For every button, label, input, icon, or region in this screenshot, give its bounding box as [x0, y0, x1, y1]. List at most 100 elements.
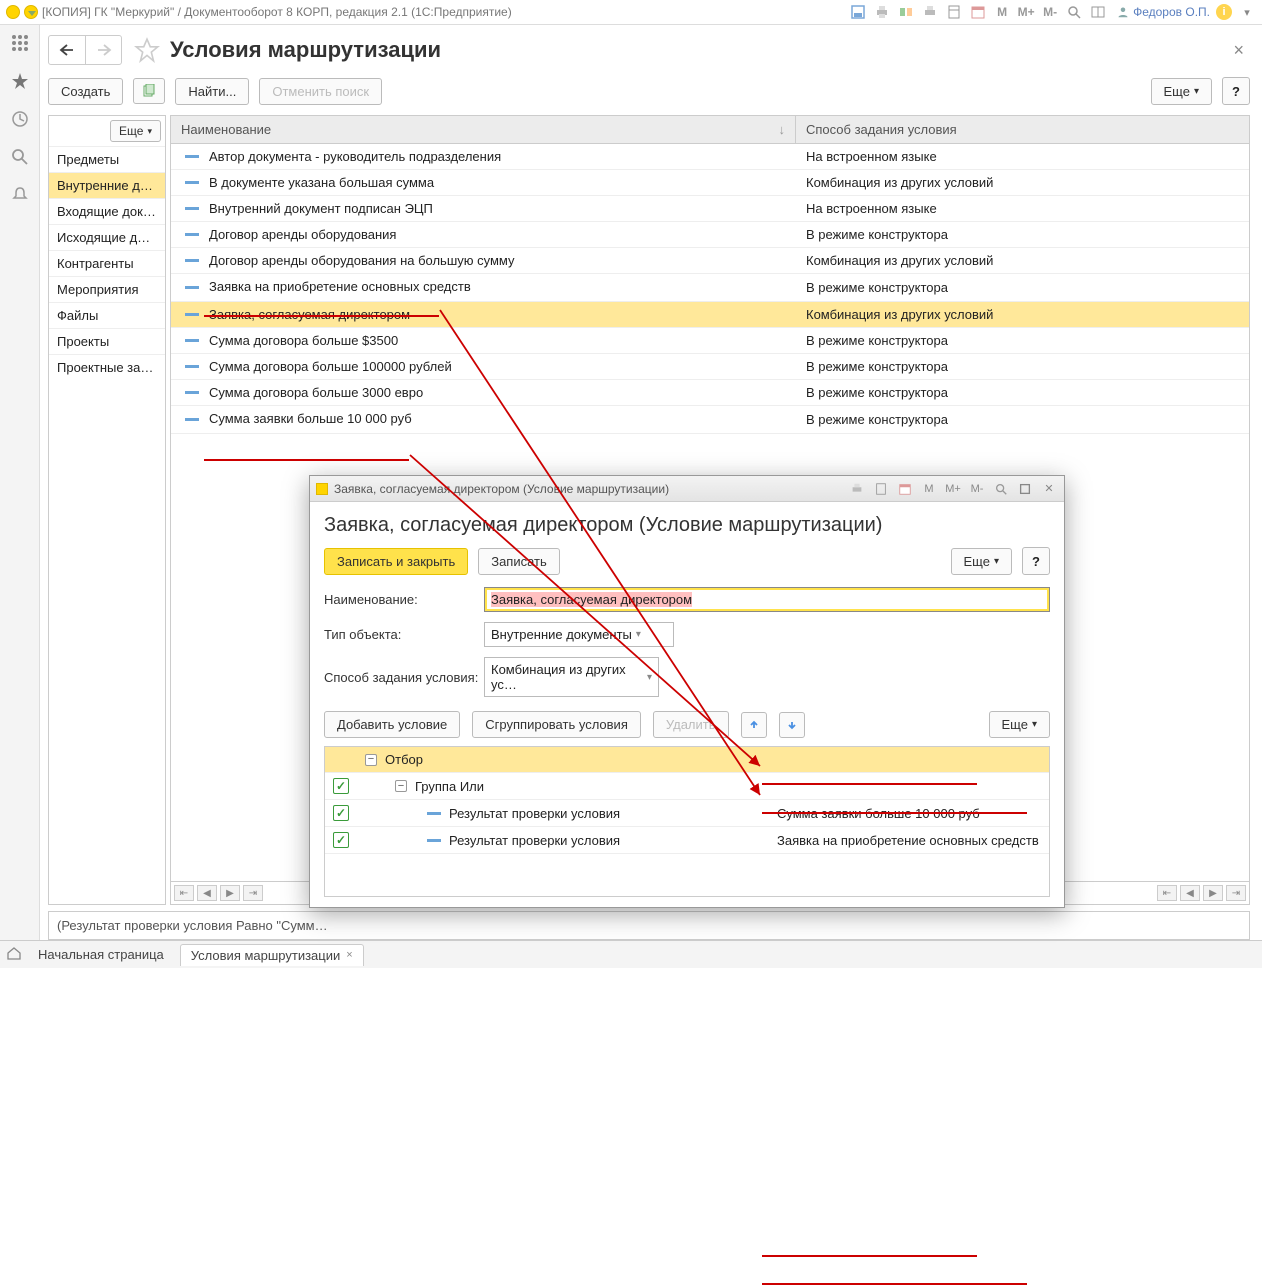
pager-prev-r[interactable]: ◀	[1180, 885, 1200, 901]
apps-icon[interactable]	[10, 33, 30, 53]
tab-close-icon[interactable]: ×	[346, 949, 352, 961]
dialog-header: Заявка, согласуемая директором (Условие …	[324, 514, 1050, 537]
tree-leaf[interactable]: ✓ Результат проверки условия Заявка на п…	[325, 827, 1049, 854]
checkbox-on-icon[interactable]: ✓	[333, 832, 349, 848]
table-row[interactable]: Заявка на приобретение основных средствВ…	[171, 274, 1249, 302]
dlg-more-button[interactable]: Еще ▾	[951, 548, 1012, 575]
save-button[interactable]: Записать	[478, 548, 560, 575]
print-icon[interactable]	[873, 3, 891, 21]
tab-home[interactable]: Начальная страница	[28, 944, 174, 965]
col-header-type[interactable]: Способ задания условия	[796, 116, 1249, 143]
table-row[interactable]: Сумма договора больше 100000 рублейВ реж…	[171, 354, 1249, 380]
sidebar-item[interactable]: Исходящие докум…	[49, 224, 165, 250]
sidebar-item[interactable]: Контрагенты	[49, 250, 165, 276]
delete-condition-button[interactable]: Удалить	[653, 711, 729, 738]
info-icon[interactable]: i	[1216, 4, 1232, 20]
dialog-titlebar[interactable]: Заявка, согласуемая директором (Условие …	[310, 476, 1064, 502]
save-icon[interactable]	[849, 3, 867, 21]
calendar-icon[interactable]	[969, 3, 987, 21]
m-minus-button[interactable]: M-	[1041, 3, 1059, 21]
tab-conditions[interactable]: Условия маршрутизации×	[180, 944, 364, 966]
pager-next-r[interactable]: ▶	[1203, 885, 1223, 901]
checkbox-on-icon[interactable]: ✓	[333, 805, 349, 821]
dlg-m-plus-button[interactable]: M+	[944, 480, 962, 498]
m-plus-button[interactable]: M+	[1017, 3, 1035, 21]
create-button[interactable]: Создать	[48, 78, 123, 105]
nav-back-button[interactable]	[49, 36, 85, 64]
move-up-button[interactable]	[741, 712, 767, 738]
home-icon[interactable]	[6, 945, 22, 964]
find-button[interactable]: Найти...	[175, 78, 249, 105]
col-header-name[interactable]: Наименование↓	[171, 116, 796, 143]
user-label[interactable]: Федоров О.П.	[1117, 5, 1210, 19]
tree-more-button[interactable]: Еще ▾	[989, 711, 1050, 738]
history-icon[interactable]	[10, 109, 30, 129]
help-button[interactable]: ?	[1222, 77, 1250, 105]
dlg-close-icon[interactable]: ✕	[1040, 480, 1058, 498]
print2-icon[interactable]	[921, 3, 939, 21]
category-sidebar: Еще ▾ ПредметыВнутренние докум…Входящие …	[48, 115, 166, 905]
favorite-star-icon[interactable]	[134, 37, 160, 63]
dlg-maximize-icon[interactable]	[1016, 480, 1034, 498]
sidebar-item[interactable]: Внутренние докум…	[49, 172, 165, 198]
table-row[interactable]: Сумма договора больше 3000 евроВ режиме …	[171, 380, 1249, 406]
pager-prev[interactable]: ◀	[197, 885, 217, 901]
table-row[interactable]: Заявка, согласуемая директоромКомбинация…	[171, 302, 1249, 328]
dlg-help-button[interactable]: ?	[1022, 547, 1050, 575]
calc-icon[interactable]	[945, 3, 963, 21]
pager-last-r[interactable]: ⇥	[1226, 885, 1246, 901]
table-row[interactable]: Договор аренды оборудованияВ режиме конс…	[171, 222, 1249, 248]
save-and-close-button[interactable]: Записать и закрыть	[324, 548, 468, 575]
table-row[interactable]: Автор документа - руководитель подраздел…	[171, 144, 1249, 170]
add-condition-button[interactable]: Добавить условие	[324, 711, 460, 738]
type-select[interactable]: Внутренние документы▾	[484, 622, 674, 647]
panel-icon[interactable]	[1089, 3, 1107, 21]
nav-forward-button[interactable]	[85, 36, 121, 64]
pager-first[interactable]: ⇤	[174, 885, 194, 901]
cancel-search-button[interactable]: Отменить поиск	[259, 78, 382, 105]
m-button[interactable]: M	[993, 3, 1011, 21]
table-row[interactable]: Договор аренды оборудования на большую с…	[171, 248, 1249, 274]
menu-chevron-icon[interactable]: ▾	[1238, 3, 1256, 21]
pager-last[interactable]: ⇥	[243, 885, 263, 901]
collapse-icon[interactable]: −	[395, 780, 407, 792]
compare-icon[interactable]	[897, 3, 915, 21]
sidebar-item[interactable]: Предметы	[49, 146, 165, 172]
tree-root[interactable]: − Отбор	[325, 747, 1049, 773]
zoom-icon[interactable]	[1065, 3, 1083, 21]
sidebar-item[interactable]: Входящие докуме…	[49, 198, 165, 224]
dlg-m-button[interactable]: M	[920, 480, 938, 498]
app-dropdown-icon[interactable]	[24, 5, 38, 19]
table-row[interactable]: Сумма договора больше $3500В режиме конс…	[171, 328, 1249, 354]
more-button[interactable]: Еще ▾	[1151, 78, 1212, 105]
star-icon[interactable]	[10, 71, 30, 91]
collapse-icon[interactable]: −	[365, 754, 377, 766]
move-down-button[interactable]	[779, 712, 805, 738]
table-row[interactable]: В документе указана большая суммаКомбина…	[171, 170, 1249, 196]
pager-next[interactable]: ▶	[220, 885, 240, 901]
group-conditions-button[interactable]: Сгруппировать условия	[472, 711, 641, 738]
table-row[interactable]: Сумма заявки больше 10 000 рубВ режиме к…	[171, 406, 1249, 434]
close-page-button[interactable]: ×	[1227, 38, 1250, 63]
sidebar-item[interactable]: Файлы	[49, 302, 165, 328]
sidebar-more-button[interactable]: Еще ▾	[110, 120, 161, 142]
sidebar-item[interactable]: Проектные задачи	[49, 354, 165, 380]
search-icon[interactable]	[10, 147, 30, 167]
dlg-m-minus-button[interactable]: M-	[968, 480, 986, 498]
dlg-print-icon[interactable]	[848, 480, 866, 498]
sidebar-item[interactable]: Мероприятия	[49, 276, 165, 302]
condition-dialog: Заявка, согласуемая директором (Условие …	[309, 475, 1065, 908]
bell-icon[interactable]	[10, 185, 30, 205]
checkbox-on-icon[interactable]: ✓	[333, 778, 349, 794]
table-row[interactable]: Внутренний документ подписан ЭЦПНа встро…	[171, 196, 1249, 222]
sidebar-item[interactable]: Проекты	[49, 328, 165, 354]
dlg-zoom-icon[interactable]	[992, 480, 1010, 498]
mode-select[interactable]: Комбинация из других ус…▾	[484, 657, 659, 697]
tree-group[interactable]: ✓ − Группа Или	[325, 773, 1049, 800]
tree-leaf[interactable]: ✓ Результат проверки условия Сумма заявк…	[325, 800, 1049, 827]
name-input[interactable]: Заявка, согласуемая директором	[484, 587, 1050, 612]
copy-button[interactable]	[133, 78, 165, 104]
dlg-calendar-icon[interactable]	[896, 480, 914, 498]
pager-first-r[interactable]: ⇤	[1157, 885, 1177, 901]
dlg-calc-icon[interactable]	[872, 480, 890, 498]
